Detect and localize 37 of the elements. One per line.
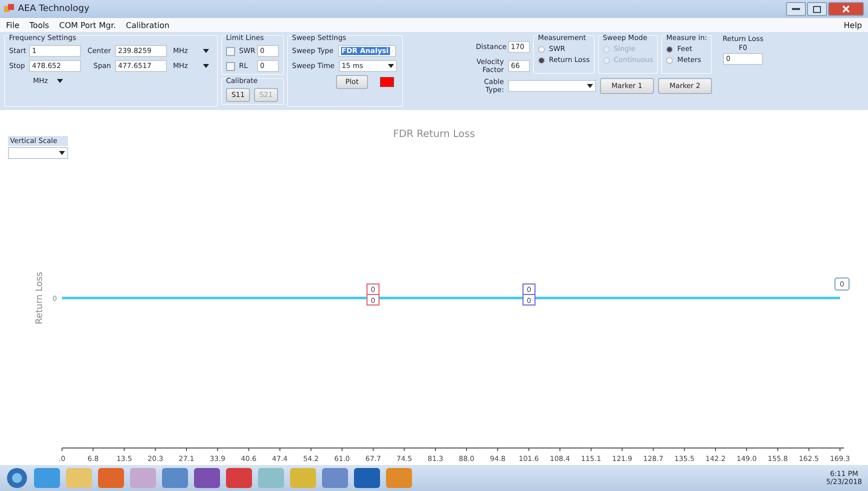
chart-title: FDR Return Loss xyxy=(393,129,475,140)
close-icon xyxy=(842,5,850,13)
taskbar-app-icon[interactable] xyxy=(130,468,156,488)
taskbar-app-icon[interactable] xyxy=(162,468,188,488)
menu-item[interactable]: COM Port Mgr. xyxy=(59,20,116,30)
checkbox[interactable] xyxy=(226,46,235,56)
taskbar-app-icon[interactable] xyxy=(386,468,412,488)
taskbar-app-icon[interactable] xyxy=(98,468,124,488)
app-icon xyxy=(4,4,14,14)
checkbox[interactable] xyxy=(226,62,235,70)
taskbar-app-icon[interactable] xyxy=(322,468,348,488)
close-button[interactable] xyxy=(828,2,864,16)
minimize-icon xyxy=(792,8,800,10)
minimize-button[interactable] xyxy=(786,2,806,16)
maximize-icon xyxy=(813,6,821,12)
radio-button[interactable] xyxy=(666,56,674,64)
menu-item[interactable]: Tools xyxy=(29,20,50,30)
taskbar-app-icon[interactable] xyxy=(226,468,252,488)
window-title: AEA Technology xyxy=(18,4,90,14)
taskbar-app-icon[interactable] xyxy=(194,468,220,488)
start-button-icon[interactable] xyxy=(6,467,28,489)
radio-button[interactable] xyxy=(538,56,545,64)
taskbar-app-icon[interactable] xyxy=(290,468,316,488)
vertical-scale-dropdown[interactable] xyxy=(8,147,68,159)
taskbar-app-icon[interactable] xyxy=(66,468,92,488)
radio-button[interactable] xyxy=(666,46,674,52)
menu-item[interactable]: Help xyxy=(844,20,862,30)
taskbar-app-icon[interactable] xyxy=(258,468,284,488)
radio-button[interactable] xyxy=(538,46,545,52)
taskbar-app-icon[interactable] xyxy=(34,468,60,488)
taskbar-app-icon[interactable] xyxy=(354,468,380,488)
menu-item[interactable]: Calibration xyxy=(126,20,170,30)
y-axis-label: Return Loss xyxy=(35,272,45,324)
color-swatch[interactable] xyxy=(380,77,394,87)
menu-item[interactable]: File xyxy=(6,20,20,30)
maximize-button[interactable] xyxy=(807,2,827,16)
cable-type-dropdown[interactable] xyxy=(508,80,596,92)
